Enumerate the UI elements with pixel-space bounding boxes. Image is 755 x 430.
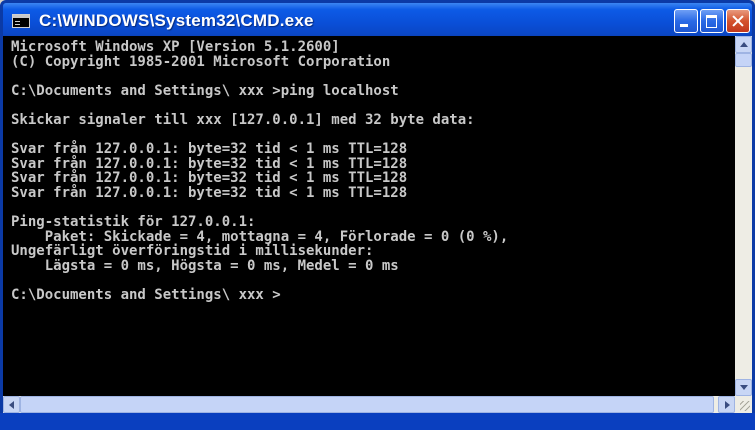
down-arrow-icon	[740, 385, 748, 390]
left-arrow-icon	[9, 401, 14, 409]
up-arrow-icon	[740, 42, 748, 47]
scroll-left-button[interactable]	[3, 396, 20, 413]
console-area[interactable]: Microsoft Windows XP [Version 5.1.2600](…	[3, 36, 735, 396]
scroll-up-button[interactable]	[735, 36, 752, 53]
console-line: C:\Documents and Settings\ xxx >ping loc…	[11, 82, 399, 99]
console-line: Ungefärligt överföringstid i millisekund…	[11, 243, 374, 260]
cmd-app-icon[interactable]	[12, 14, 30, 28]
resize-grip-icon[interactable]	[735, 396, 752, 413]
console-output: Microsoft Windows XP [Version 5.1.2600](…	[3, 36, 735, 392]
window-bottom-frame	[0, 413, 755, 430]
console-line: Lägsta = 0 ms, Högsta = 0 ms, Medel = 0 …	[11, 257, 399, 274]
horizontal-scrollbar[interactable]	[3, 396, 735, 413]
scroll-down-button[interactable]	[735, 379, 752, 396]
minimize-button[interactable]	[674, 9, 698, 33]
title-bar[interactable]: C:\WINDOWS\System32\CMD.exe	[3, 3, 752, 39]
close-button[interactable]	[726, 9, 750, 33]
console-prompt-line: C:\Documents and Settings\ xxx >	[11, 287, 281, 304]
console-line: Svar från 127.0.0.1: byte=32 tid < 1 ms …	[11, 184, 408, 201]
scroll-right-button[interactable]	[718, 396, 735, 413]
console-line: Ping-statistik för 127.0.0.1:	[11, 214, 256, 231]
console-line: Microsoft Windows XP [Version 5.1.2600]	[11, 39, 340, 55]
right-arrow-icon	[725, 401, 730, 409]
horizontal-scroll-thumb[interactable]	[20, 396, 714, 413]
console-line: Svar från 127.0.0.1: byte=32 tid < 1 ms …	[11, 170, 408, 187]
console-line: Skickar signaler till xxx [127.0.0.1] me…	[11, 111, 475, 128]
window-title: C:\WINDOWS\System32\CMD.exe	[39, 11, 314, 30]
maximize-button[interactable]	[700, 9, 724, 33]
vertical-scroll-thumb[interactable]	[735, 53, 752, 67]
console-line: Svar från 127.0.0.1: byte=32 tid < 1 ms …	[11, 141, 408, 158]
console-line: Paket: Skickade = 4, mottagna = 4, Förlo…	[11, 228, 509, 245]
vertical-scrollbar[interactable]	[735, 36, 752, 396]
window-controls	[674, 9, 750, 33]
console-line: (C) Copyright 1985-2001 Microsoft Corpor…	[11, 53, 391, 70]
